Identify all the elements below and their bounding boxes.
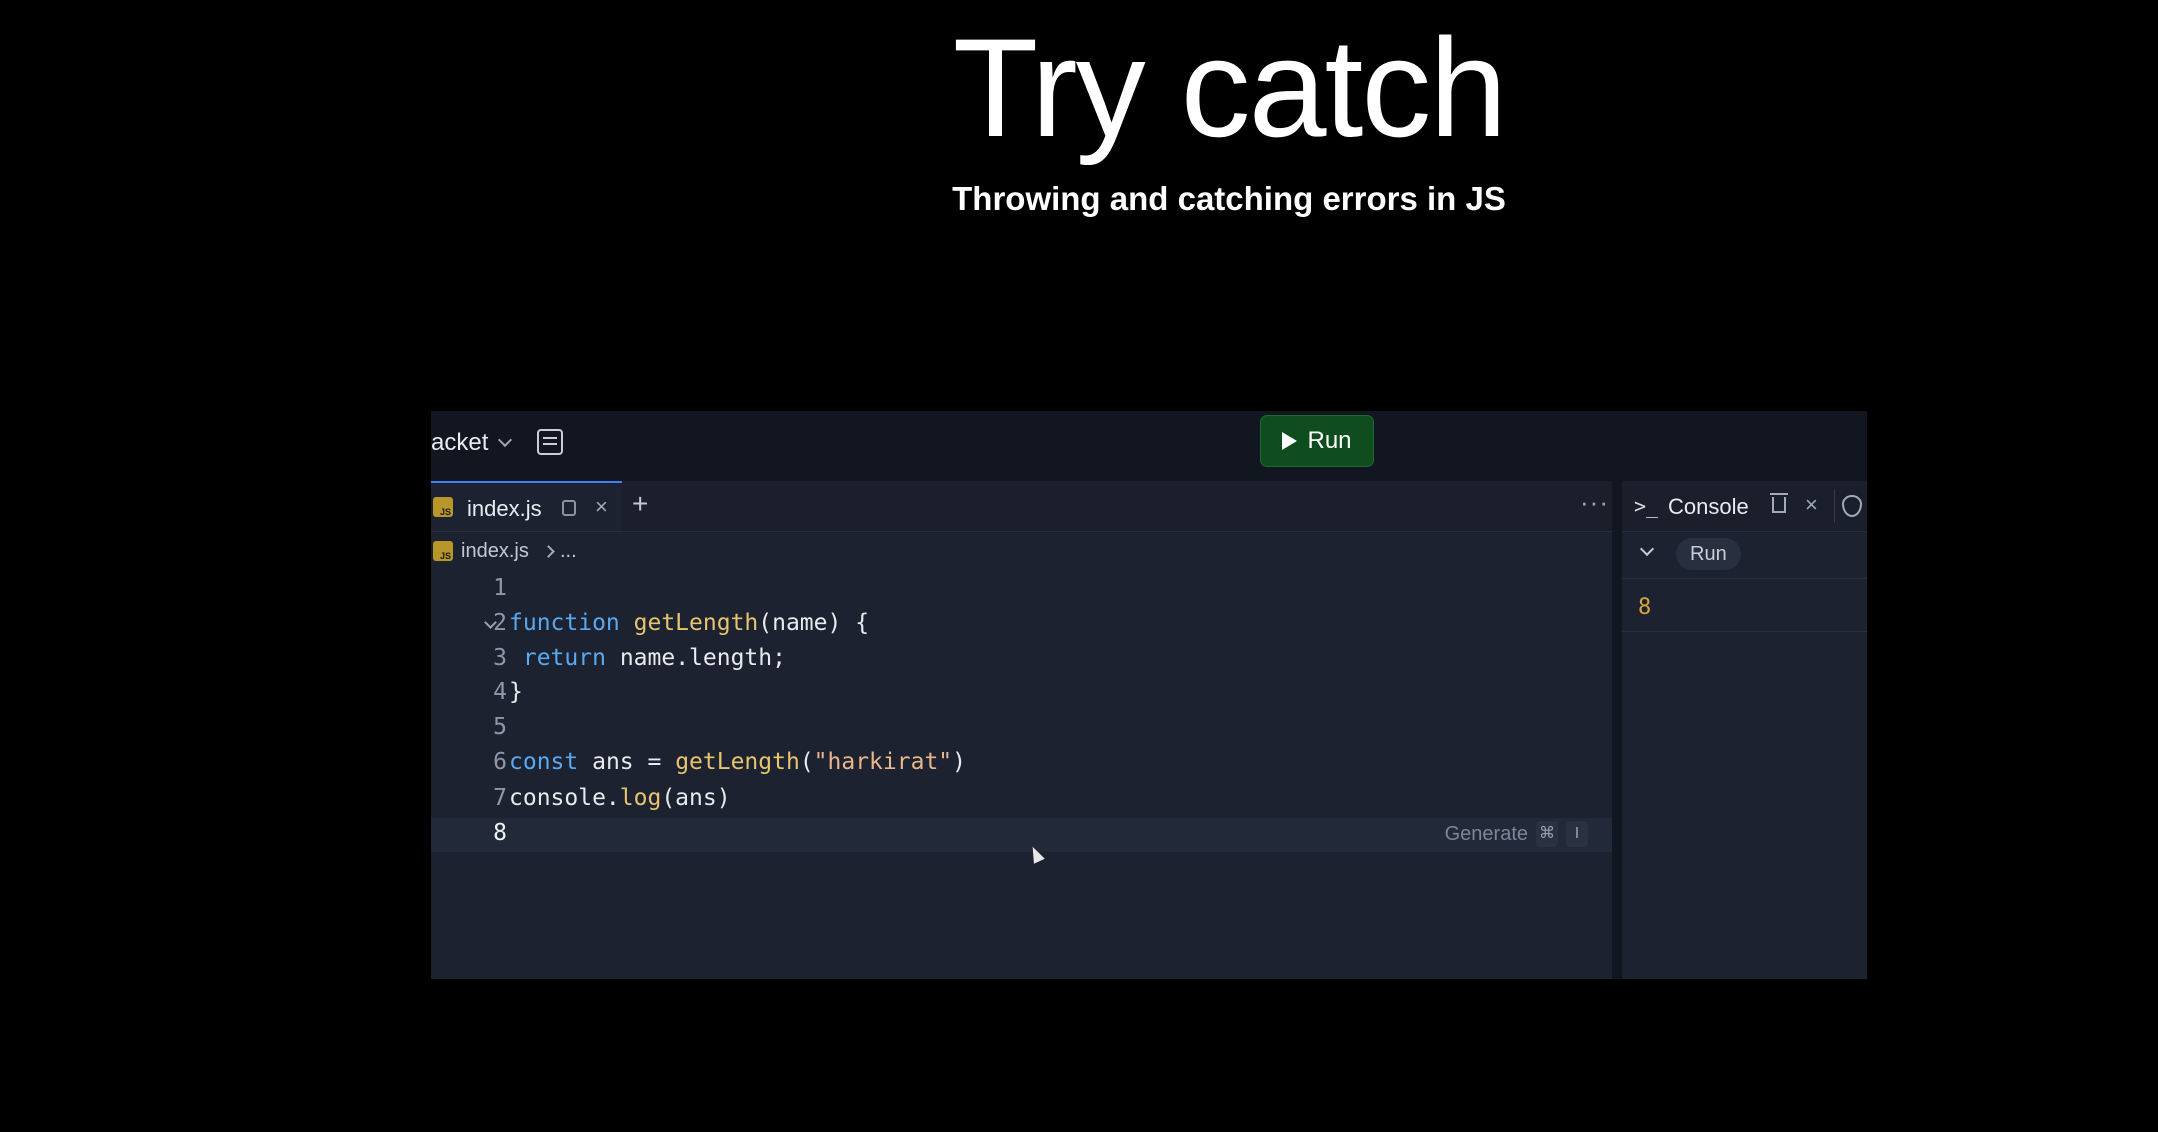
js-file-icon: JS — [433, 497, 453, 517]
code-line: 4 } — [431, 677, 1612, 711]
cmd-key: ⌘ — [1536, 821, 1558, 847]
page-icon[interactable] — [562, 500, 576, 516]
divider — [1834, 489, 1835, 523]
tab-label: index.js — [467, 496, 542, 521]
tab-index-js[interactable]: JS index.js × — [431, 481, 622, 531]
console-run-label[interactable]: Run — [1676, 538, 1741, 570]
code-line: 5 — [431, 712, 1612, 746]
tab-close-icon[interactable]: × — [595, 494, 608, 520]
paren: ) — [952, 749, 967, 775]
shield-icon[interactable] — [1842, 495, 1862, 517]
run-button[interactable]: Run — [1260, 415, 1374, 467]
chevron-right-icon — [542, 545, 555, 558]
keyword: return — [522, 645, 606, 671]
chevron-down-icon — [498, 432, 513, 448]
panel-divider[interactable] — [1612, 481, 1622, 979]
function-name: getLength — [675, 749, 800, 775]
console-title[interactable]: Console — [1668, 494, 1749, 520]
paren: ( — [799, 749, 814, 775]
code-line: 6 const ans = getLength("harkirat") — [431, 747, 1612, 781]
keyword: const — [509, 749, 579, 775]
console-panel: >_ Console × Run 8 — [1622, 481, 1867, 979]
code-rest: name.length; — [619, 645, 786, 671]
code-line: 3 return name.length; — [431, 643, 1612, 677]
code-text: console.log(ans) — [509, 785, 731, 811]
database-icon[interactable] — [537, 429, 563, 455]
editor-tab-bar: JS index.js × + ··· — [431, 481, 1612, 532]
line-number: 4 — [493, 679, 507, 705]
breadcrumb: JS index.js ... — [431, 532, 1612, 570]
terminal-prompt-icon: >_ — [1634, 494, 1659, 518]
divider — [1622, 631, 1867, 632]
console-header: >_ Console × — [1622, 481, 1867, 532]
generate-hint[interactable]: Generate ⌘ I — [1445, 821, 1588, 847]
code-text: return name.length; — [509, 645, 786, 671]
code-text: function getLength(name) { — [509, 610, 869, 636]
code-area[interactable]: 1 2 function getLength(name) { 3 return … — [431, 573, 1612, 979]
code-text: } — [509, 679, 523, 705]
js-file-icon: JS — [433, 541, 453, 561]
line-number: 6 — [493, 749, 507, 775]
code-text: const ans = getLength("harkirat") — [509, 749, 966, 775]
project-name: acket — [431, 429, 489, 456]
line-number: 5 — [493, 714, 507, 740]
trash-icon[interactable] — [1770, 493, 1788, 513]
editor-topbar: acket Run — [431, 411, 1867, 481]
more-options-icon[interactable]: ··· — [1580, 487, 1609, 518]
console-run-row: Run — [1622, 532, 1867, 579]
code-rest: (name) { — [758, 610, 870, 636]
breadcrumb-file[interactable]: index.js — [461, 540, 529, 563]
console-output: 8 — [1638, 595, 1652, 620]
line-number: 1 — [493, 575, 507, 601]
function-name: getLength — [633, 610, 759, 636]
function-name: log — [619, 785, 662, 811]
code-editor-window: acket Run JS index.js × + ··· JS index.j… — [431, 411, 1867, 979]
code-object: console. — [509, 785, 620, 811]
generate-label: Generate — [1444, 822, 1528, 845]
code-line-current: 8 Generate ⌘ I — [431, 818, 1612, 852]
line-number: 8 — [493, 820, 507, 846]
breadcrumb-more[interactable]: ... — [560, 540, 577, 563]
project-selector[interactable]: acket — [431, 429, 513, 457]
chevron-down-icon[interactable] — [1639, 541, 1655, 557]
slide-subtitle: Throwing and catching errors in JS — [952, 180, 1506, 217]
run-button-label: Run — [1307, 427, 1352, 454]
code-line: 7 console.log(ans) — [431, 783, 1612, 817]
code-line: 2 function getLength(name) { — [431, 608, 1612, 642]
play-icon — [1282, 432, 1298, 450]
slide-title: Try catch — [952, 9, 1507, 166]
line-number: 3 — [493, 645, 507, 671]
keyword: function — [509, 610, 620, 636]
console-close-icon[interactable]: × — [1805, 492, 1818, 518]
code-line: 1 — [431, 573, 1612, 607]
code-mid: ans = — [578, 749, 676, 775]
add-tab-icon[interactable]: + — [632, 488, 648, 520]
line-number: 7 — [493, 785, 507, 811]
i-key: I — [1566, 821, 1588, 847]
string-literal: "harkirat" — [813, 749, 953, 775]
code-rest: (ans) — [661, 785, 731, 811]
